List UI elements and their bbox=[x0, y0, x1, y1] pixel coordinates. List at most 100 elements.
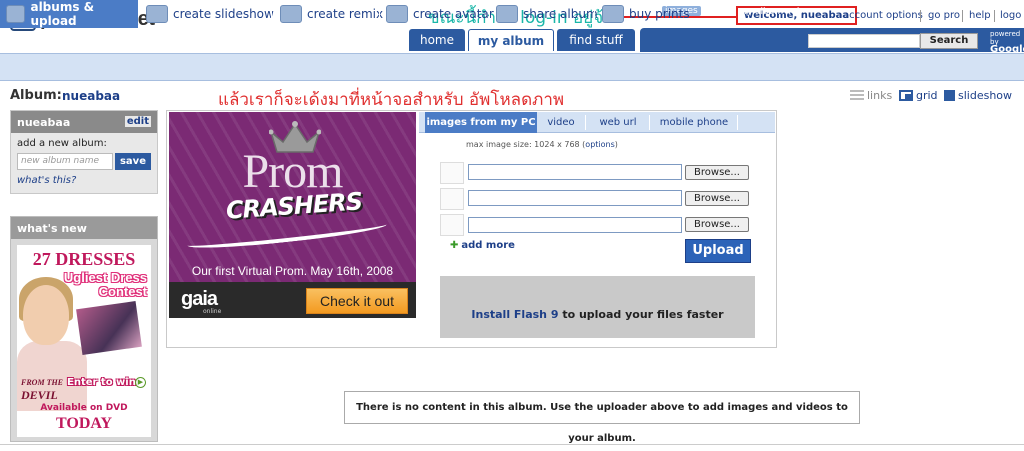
check-it-out-button[interactable]: Check it out bbox=[306, 288, 408, 314]
tab-web-url[interactable]: web url bbox=[587, 112, 649, 133]
toolbar-create-slideshow[interactable]: create slideshow bbox=[146, 0, 274, 28]
file-preview bbox=[440, 214, 464, 236]
file-path-input[interactable] bbox=[468, 217, 682, 233]
flash-install-text: Install Flash 9 to upload your files fas… bbox=[440, 308, 755, 321]
logout-link[interactable]: logo bbox=[1000, 10, 1021, 21]
ad-enter-to-win: Enter to win bbox=[67, 377, 136, 388]
ad-title: 27 DRESSES bbox=[32, 249, 136, 269]
max-size-text: max image size: 1024 x 768 ( bbox=[466, 140, 586, 149]
tab-divider bbox=[649, 115, 650, 130]
toolbar-albums-upload[interactable]: albums & upload bbox=[0, 0, 138, 28]
browse-button[interactable]: Browse... bbox=[685, 165, 749, 180]
view-grid-option[interactable]: grid bbox=[899, 89, 938, 102]
view-slideshow-option[interactable]: slideshow bbox=[944, 89, 1012, 102]
gaia-online-label: online bbox=[203, 308, 222, 315]
toolbar-label: create remix bbox=[307, 7, 384, 21]
tab-images-from-pc[interactable]: images from my PC bbox=[425, 112, 537, 133]
view-label: slideshow bbox=[958, 89, 1013, 102]
tab-mobile-phone[interactable]: mobile phone bbox=[651, 112, 737, 133]
view-links-option[interactable]: links bbox=[850, 89, 892, 102]
ad-devil-text: FROM THE DEVIL bbox=[21, 375, 63, 401]
search-type-my-album[interactable]: my album bbox=[738, 7, 783, 17]
toolbar-label: share album bbox=[523, 7, 598, 21]
flash-install-rest: to upload your files faster bbox=[558, 308, 724, 321]
file-path-input[interactable] bbox=[468, 190, 682, 206]
search-input[interactable] bbox=[808, 34, 920, 48]
ad-available: Available on DVD bbox=[40, 403, 128, 413]
avatar-icon bbox=[386, 5, 408, 23]
browse-button[interactable]: Browse... bbox=[685, 217, 749, 232]
prom-crashers-ad[interactable]: Prom CRASHERS Our first Virtual Prom. Ma… bbox=[169, 112, 416, 318]
album-name-link[interactable]: nueabaa bbox=[62, 89, 120, 103]
sidebar-title: nueabaa bbox=[17, 116, 71, 129]
flash-install-box: Install Flash 9 to upload your files fas… bbox=[440, 276, 755, 338]
view-label: links bbox=[867, 89, 893, 102]
save-album-button[interactable]: save bbox=[115, 153, 151, 170]
album-toolbar bbox=[0, 53, 1024, 81]
search-type-web[interactable]: web bbox=[784, 7, 803, 17]
tab-home[interactable]: home bbox=[409, 29, 465, 51]
whats-this-link[interactable]: what's this? bbox=[17, 175, 76, 186]
ad-today: TODAY bbox=[55, 415, 113, 432]
view-label: grid bbox=[916, 89, 938, 102]
page-divider bbox=[0, 444, 1024, 445]
ad-subtitle: Ugliest Dress Contest bbox=[47, 271, 151, 299]
annotation-upload: แล้วเราก็จะเด้งมาที่หน้าจอสำหรับ อัพโหลด… bbox=[218, 90, 565, 110]
file-path-input[interactable] bbox=[468, 164, 682, 180]
toolbar-create-avatar[interactable]: create avatar bbox=[386, 0, 494, 28]
toolbar-label: buy prints bbox=[629, 7, 690, 21]
list-icon bbox=[850, 90, 864, 101]
uploader-tabs: images from my PC video web url mobile p… bbox=[419, 112, 775, 133]
nav-divider bbox=[920, 10, 921, 22]
ad-devil-line1: FROM THE bbox=[21, 378, 64, 387]
add-album-label: add a new album: bbox=[17, 138, 107, 149]
toolbar-divider bbox=[379, 4, 380, 24]
tab-my-album[interactable]: my album bbox=[468, 29, 554, 51]
add-more-link[interactable]: ✚ add more bbox=[450, 240, 515, 251]
ad-subtitle-line1: Ugliest Dress bbox=[63, 270, 147, 285]
tab-video[interactable]: video bbox=[537, 112, 585, 133]
toolbar-create-remix[interactable]: create remix bbox=[280, 0, 383, 28]
grid-icon bbox=[899, 90, 913, 101]
whats-new-box: what's new 27 DRESSES Ugliest Dress Cont… bbox=[10, 216, 158, 442]
add-more-label: add more bbox=[461, 240, 515, 251]
browse-button[interactable]: Browse... bbox=[685, 191, 749, 206]
tab-divider bbox=[737, 115, 738, 130]
help-link[interactable]: help bbox=[969, 10, 991, 21]
toolbar-divider bbox=[271, 4, 272, 24]
empty-album-message: There is no content in this album. Use t… bbox=[344, 391, 860, 444]
ad-subtitle-line2: Contest bbox=[98, 284, 147, 299]
new-album-name-input[interactable]: new album name bbox=[17, 153, 113, 170]
upload-icon bbox=[6, 5, 26, 23]
prints-icon bbox=[602, 5, 624, 23]
ad-magazines-image bbox=[76, 301, 142, 355]
whats-new-header: what's new bbox=[11, 217, 157, 239]
search-type-videos[interactable]: videos bbox=[703, 7, 732, 17]
toolbar-share-album[interactable]: share album bbox=[496, 0, 598, 28]
upload-button[interactable]: Upload bbox=[685, 239, 751, 263]
plus-icon: ✚ bbox=[450, 240, 459, 251]
nav-divider bbox=[962, 10, 963, 22]
file-preview bbox=[440, 188, 464, 210]
file-preview bbox=[440, 162, 464, 184]
prom-subtitle: Our first Virtual Prom. May 16th, 2008 bbox=[191, 264, 394, 278]
toolbar-label: create slideshow bbox=[173, 7, 274, 21]
tab-divider bbox=[585, 115, 586, 130]
toolbar-divider bbox=[594, 4, 595, 24]
options-link[interactable]: options bbox=[585, 140, 614, 149]
slideshow-icon bbox=[146, 5, 168, 23]
edit-album-link[interactable]: edit bbox=[124, 116, 151, 127]
album-sidebar-box: nueabaa edit add a new album: new album … bbox=[10, 110, 158, 194]
album-label: Album: bbox=[10, 88, 62, 103]
max-image-size: max image size: 1024 x 768 (options) bbox=[466, 140, 618, 149]
install-flash-link[interactable]: Install Flash 9 bbox=[471, 308, 558, 321]
go-pro-link[interactable]: go pro bbox=[928, 10, 960, 21]
toolbar-buy-prints[interactable]: buy prints bbox=[602, 0, 690, 28]
toolbar-label: albums & upload bbox=[30, 0, 95, 28]
toolbar-divider bbox=[489, 4, 490, 24]
sidebar-header: nueabaa edit bbox=[11, 111, 157, 133]
27-dresses-ad[interactable]: 27 DRESSES Ugliest Dress Contest FROM TH… bbox=[17, 245, 151, 437]
account-options-link[interactable]: account options bbox=[843, 10, 923, 21]
tab-find-stuff[interactable]: find stuff bbox=[557, 29, 635, 51]
search-button[interactable]: Search bbox=[920, 33, 978, 49]
